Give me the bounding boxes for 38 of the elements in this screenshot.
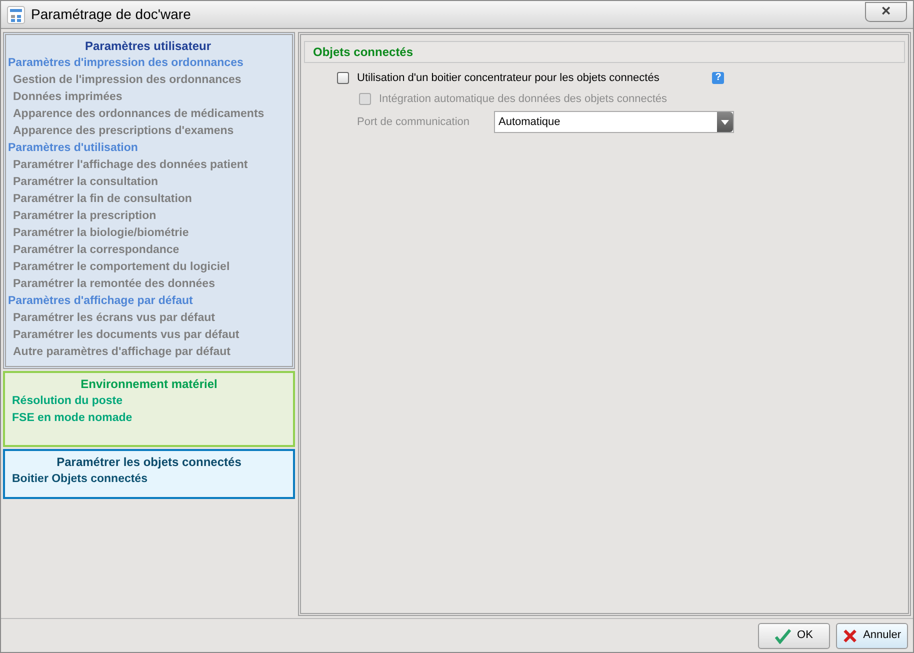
checkbox[interactable] [337,72,349,84]
nav-item-link[interactable]: Paramétrer l'affichage des données patient [8,157,288,174]
nav-group-link[interactable]: Paramètres d'impression des ordonnances [8,55,288,72]
nav-item-link[interactable]: Paramétrer la fin de consultation [8,191,288,208]
nav-item-link[interactable]: Autre paramètres d'affichage par défaut [8,344,288,361]
nav-item-link[interactable]: Gestion de l'impression des ordonnances [8,72,288,89]
caret-icon [716,112,732,132]
nav-item-link[interactable]: Paramétrer la correspondance [8,242,288,259]
nav-item-link[interactable]: Données imprimées [8,89,288,106]
nav-item-link[interactable]: Apparence des ordonnances de médicaments [8,106,288,123]
nav-item-link[interactable]: Apparence des prescriptions d'examens [8,123,288,140]
help-icon[interactable]: ? [712,72,724,84]
checkbox-label: Utilisation d'un boitier concentrateur pour les objets connectés [357,71,660,86]
nav-group-link[interactable]: Résolution du poste [9,393,289,410]
nav-item-link[interactable]: Paramétrer la consultation [8,174,288,191]
nav-item-link[interactable]: Paramétrer les documents vus par défaut [8,327,288,344]
checkbox-label: Intégration automatique des données des objets connectés [379,92,668,106]
section-title: Paramètres utilisateur [84,38,212,55]
checkmark-icon [775,628,792,644]
close-button[interactable]: × [865,2,907,22]
cancel-button[interactable]: Annuler [836,622,908,648]
app-icon [7,6,25,24]
panel-title: Objets connectés [313,44,414,61]
section-title: Environnement matériel [80,376,218,393]
nav-item-link[interactable]: Paramétrer les écrans vus par défaut [8,310,288,327]
nav-item-link[interactable]: Paramétrer la prescription [8,208,288,225]
cross-icon [843,628,858,644]
nav-item-link[interactable]: Paramétrer le comportement du logiciel [8,259,288,276]
nav-item-link[interactable]: Paramétrer la biologie/biométrie [8,225,288,242]
nav-group-link[interactable]: Paramètres d'utilisation [8,140,288,157]
nav-group-link[interactable]: Paramètres d'affichage par défaut [8,293,288,310]
nav-group-link[interactable]: Boitier Objets connectés [9,471,289,488]
section-title: Paramétrer les objets connectés [56,454,242,471]
nav-item-link[interactable]: Paramétrer la remontée des données [8,276,288,293]
window-title: Paramétrage de doc'ware [31,5,191,24]
ok-button[interactable]: OK [758,622,830,648]
nav-group-link[interactable]: FSE en mode nomade [9,410,289,427]
field-label: Port de communication [357,114,470,130]
